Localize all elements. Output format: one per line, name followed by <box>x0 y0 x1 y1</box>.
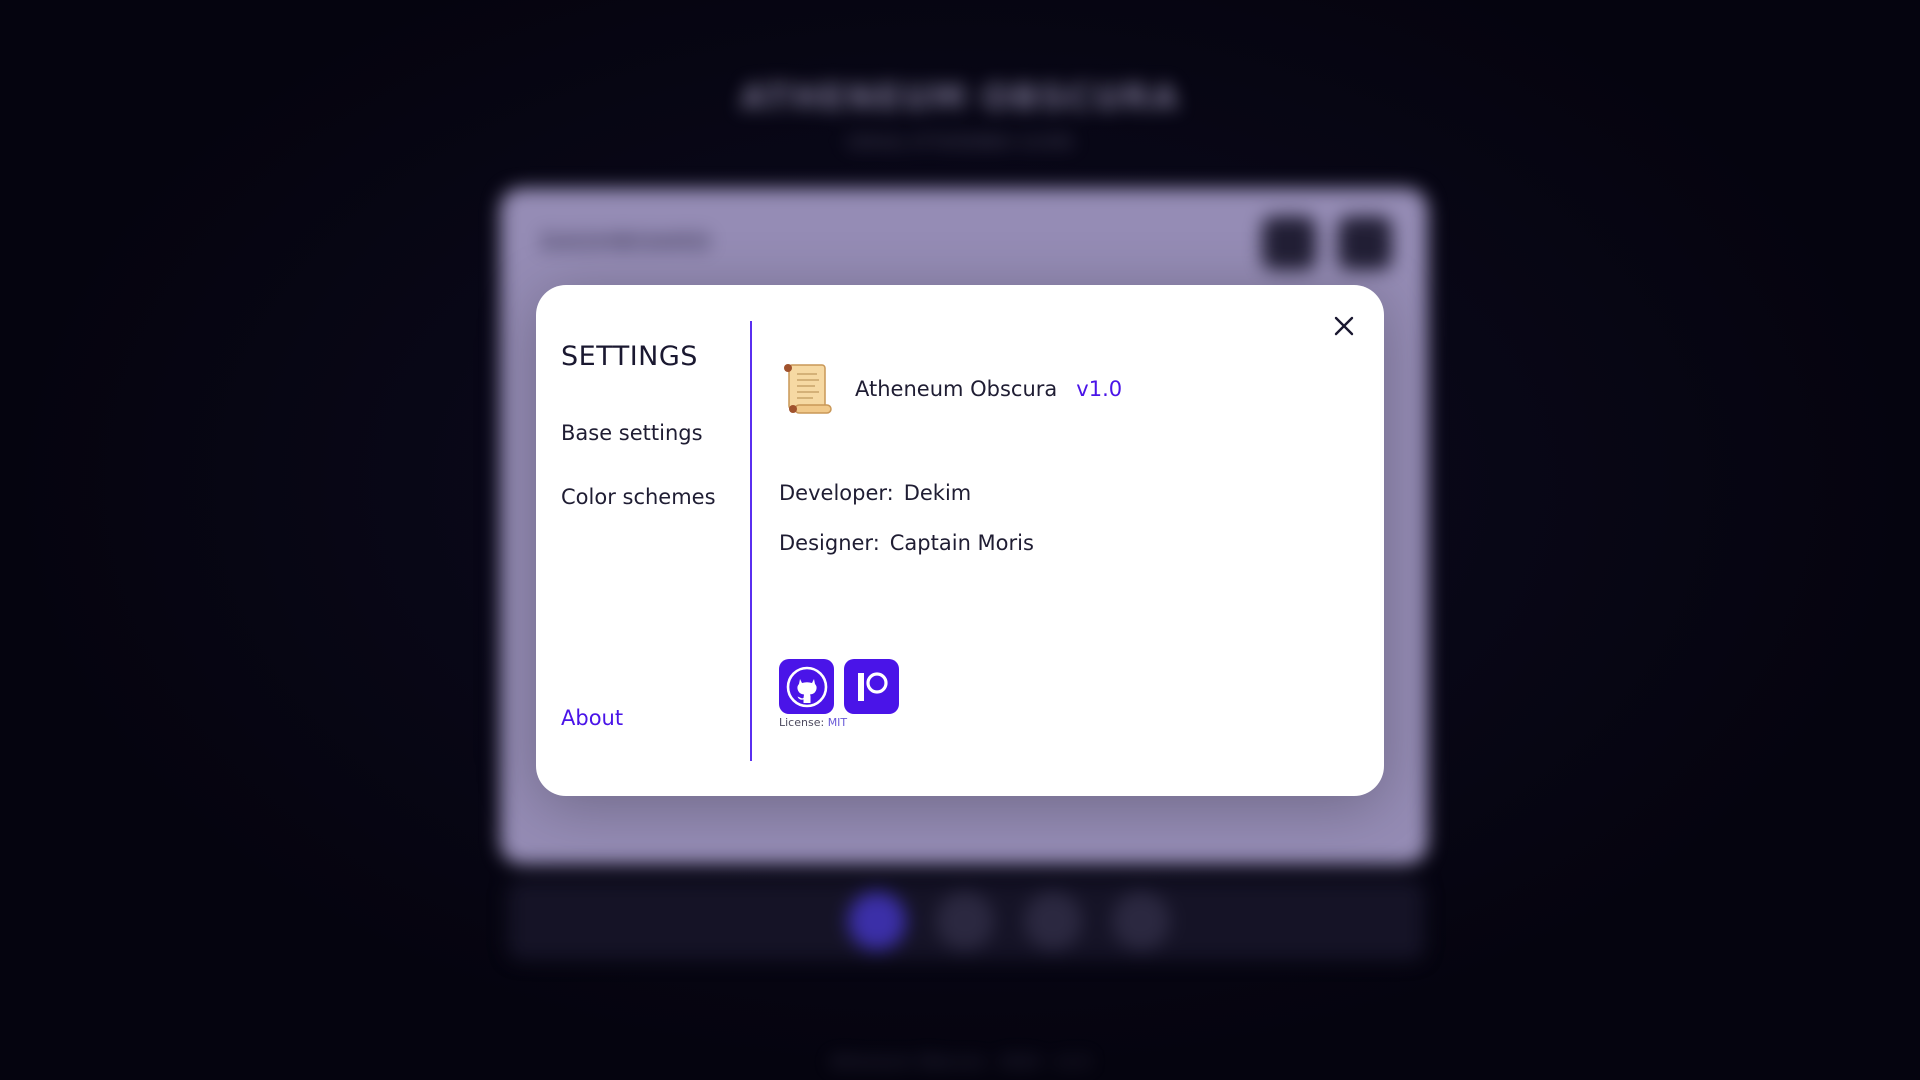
app-name: Atheneum Obscura <box>855 377 1058 401</box>
license-label: License: <box>779 716 825 729</box>
github-icon <box>786 666 827 707</box>
license-text: License: MIT <box>779 716 847 729</box>
app-subtitle: Library of forbidden scrolls <box>846 132 1074 152</box>
designer-credit: Designer: Captain Moris <box>779 531 1034 555</box>
nav-dot <box>1024 892 1082 950</box>
patreon-icon <box>857 671 888 701</box>
developer-credit: Developer: Dekim <box>779 481 971 505</box>
patreon-button[interactable] <box>844 659 899 714</box>
nav-item-color-schemes[interactable]: Color schemes <box>561 485 716 509</box>
developer-label: Developer: <box>779 481 894 505</box>
card-label: DASHBOARD <box>540 228 711 256</box>
github-button[interactable] <box>779 659 834 714</box>
scroll-icon <box>784 364 832 414</box>
developer-name: Dekim <box>903 481 972 505</box>
sidebar-divider <box>750 321 752 761</box>
card-action-button <box>1338 216 1392 270</box>
settings-title: SETTINGS <box>561 341 698 372</box>
nav-dot <box>936 892 994 950</box>
card-action-button <box>1262 216 1316 270</box>
footer-text: Atheneum Obscura · 2024 · v1.0 <box>829 1052 1091 1071</box>
designer-label: Designer: <box>779 531 880 555</box>
app-title: ATHENEUM OBSCURA <box>740 78 1180 118</box>
app-version: v1.0 <box>1076 377 1123 401</box>
nav-dot <box>1112 892 1170 950</box>
license-value[interactable]: MIT <box>828 716 847 729</box>
nav-item-about[interactable]: About <box>561 706 623 730</box>
app-info: Atheneum Obscura v1.0 <box>779 361 1122 417</box>
bottom-nav <box>508 880 1424 960</box>
nav-dot <box>848 892 906 950</box>
settings-sidebar: SETTINGS Base settings Color schemes Abo… <box>561 321 751 761</box>
app-root: ATHENEUM OBSCURA Library of forbidden sc… <box>0 0 1920 1080</box>
settings-modal: SETTINGS Base settings Color schemes Abo… <box>536 285 1384 796</box>
designer-name: Captain Moris <box>889 531 1034 555</box>
about-panel: Atheneum Obscura v1.0 Developer: Dekim De… <box>779 321 1349 761</box>
nav-item-base-settings[interactable]: Base settings <box>561 421 703 445</box>
social-links <box>779 659 899 714</box>
